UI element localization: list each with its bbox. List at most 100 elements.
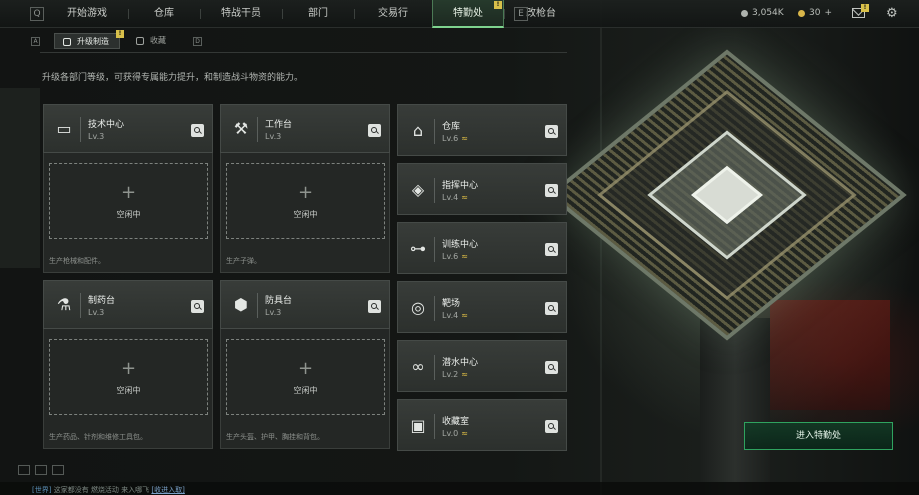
level-text: Lv.0 bbox=[442, 429, 459, 438]
silver-currency: 3,054K bbox=[741, 8, 784, 18]
gold-amount: 30 bbox=[809, 8, 821, 18]
production-slot[interactable]: + 空闲中 bbox=[226, 163, 385, 239]
monitor-icon: ▭ bbox=[56, 119, 72, 138]
gear-icon[interactable]: ⚙ bbox=[886, 6, 898, 21]
command-center-icon: ◈ bbox=[411, 180, 425, 199]
production-slot[interactable]: + 空闲中 bbox=[49, 339, 208, 415]
facility-level: Lv.6 ≈ bbox=[442, 134, 468, 143]
tab-special-ops[interactable]: 特勤处 ! bbox=[432, 0, 504, 28]
level-text: Lv.2 bbox=[442, 370, 459, 379]
card-body: + 空闲中 生产枪械和配件。 bbox=[43, 153, 213, 273]
tab-start-game[interactable]: 开始游戏 bbox=[46, 0, 128, 28]
chat-expand-icon[interactable] bbox=[35, 465, 47, 475]
diving-goggles-icon: ∞ bbox=[411, 357, 425, 376]
chat-message: 这家都没有 燃烧活动 来入哪飞 bbox=[53, 486, 150, 494]
craft-icon bbox=[63, 38, 71, 46]
search-icon[interactable] bbox=[191, 124, 204, 137]
upgrade-arrow-icon: ≈ bbox=[461, 252, 468, 261]
level-text: Lv.4 bbox=[442, 311, 459, 320]
nav-left-key[interactable]: Q bbox=[30, 7, 44, 21]
chat-filter-icon[interactable] bbox=[52, 465, 64, 475]
card-header[interactable]: ▭ 技术中心 Lv.3 bbox=[43, 104, 213, 153]
slot-status: 空闲中 bbox=[293, 386, 318, 395]
gold-currency[interactable]: 30 + bbox=[798, 8, 832, 18]
facility-level: Lv.4 ≈ bbox=[442, 193, 468, 202]
plus-icon: + bbox=[297, 358, 314, 379]
level-text: Lv.4 bbox=[442, 193, 459, 202]
subtab-collection-label: 收藏 bbox=[150, 36, 166, 45]
chat-link[interactable]: [收进入取] bbox=[151, 486, 184, 494]
silver-amount: 3,054K bbox=[752, 8, 784, 18]
card-header[interactable]: ⚒ 工作台 Lv.3 bbox=[220, 104, 390, 153]
card-body: + 空闲中 生产药品、针剂和维修工具包。 bbox=[43, 329, 213, 449]
subtab-upgrade-badge: ! bbox=[116, 30, 124, 38]
card-body: + 空闲中 生产子弹。 bbox=[220, 153, 390, 273]
subtab-left-key[interactable]: A bbox=[31, 37, 40, 46]
dumbbell-icon: ⊶ bbox=[410, 239, 426, 258]
level-text: Lv.6 bbox=[442, 252, 459, 261]
facility-shooting-range[interactable]: ◎ 靶场 Lv.4 ≈ bbox=[397, 281, 567, 333]
chat-line[interactable]: [世界] 这家都没有 燃烧活动 来入哪飞 [收进入取] bbox=[32, 485, 185, 495]
facility-name: 潜水中心 bbox=[442, 358, 479, 368]
slot-status: 空闲中 bbox=[116, 386, 141, 395]
upgrade-arrow-icon: ≈ bbox=[461, 370, 468, 379]
tab-operators[interactable]: 特战干员 bbox=[200, 0, 282, 28]
search-icon[interactable] bbox=[368, 300, 381, 313]
gold-coin-icon bbox=[798, 9, 805, 17]
search-icon[interactable] bbox=[191, 300, 204, 313]
search-icon[interactable] bbox=[368, 124, 381, 137]
card-level: Lv.3 bbox=[88, 308, 105, 317]
warehouse-icon: ⌂ bbox=[412, 121, 424, 140]
tab-warehouse[interactable]: 仓库 bbox=[128, 0, 200, 28]
collection-tab-icon bbox=[136, 37, 144, 45]
main-nav: 开始游戏 仓库 特战干员 部门 交易行 特勤处 ! 改枪台 bbox=[46, 0, 578, 28]
facility-level: Lv.6 ≈ bbox=[442, 252, 468, 261]
search-icon[interactable] bbox=[545, 243, 558, 256]
chat-settings-icon[interactable] bbox=[18, 465, 30, 475]
production-slot[interactable]: + 空闲中 bbox=[226, 339, 385, 415]
search-icon[interactable] bbox=[545, 184, 558, 197]
tab-trading[interactable]: 交易行 bbox=[354, 0, 432, 28]
facility-diving-center[interactable]: ∞ 潜水中心 Lv.2 ≈ bbox=[397, 340, 567, 392]
search-icon[interactable] bbox=[545, 302, 558, 315]
enter-special-ops-button[interactable]: 进入特勤处 bbox=[744, 422, 893, 450]
search-icon[interactable] bbox=[545, 420, 558, 433]
upgrade-arrow-icon: ≈ bbox=[461, 193, 468, 202]
subtab-bar: 升级制造 ! 收藏 bbox=[54, 30, 184, 49]
plus-icon: + bbox=[120, 358, 137, 379]
card-note: 生产子弹。 bbox=[226, 257, 261, 265]
upgrade-arrow-icon: ≈ bbox=[461, 429, 468, 438]
search-icon[interactable] bbox=[545, 361, 558, 374]
facility-name: 指挥中心 bbox=[442, 181, 479, 191]
subtab-upgrade-craft-label: 升级制造 bbox=[77, 37, 109, 46]
facility-warehouse[interactable]: ⌂ 仓库 Lv.6 ≈ bbox=[397, 104, 567, 156]
search-icon[interactable] bbox=[545, 125, 558, 138]
facility-command-center[interactable]: ◈ 指挥中心 Lv.4 ≈ bbox=[397, 163, 567, 215]
facility-level: Lv.0 ≈ bbox=[442, 429, 468, 438]
production-slot[interactable]: + 空闲中 bbox=[49, 163, 208, 239]
upgrade-arrow-icon: ≈ bbox=[461, 134, 468, 143]
subtab-right-key[interactable]: D bbox=[193, 37, 202, 46]
card-header[interactable]: ⚗ 制药台 Lv.3 bbox=[43, 280, 213, 329]
upgrade-arrow-icon: ≈ bbox=[461, 311, 468, 320]
facility-collection-room[interactable]: ▣ 收藏室 Lv.0 ≈ bbox=[397, 399, 567, 451]
card-note: 生产头盔、护甲、胸挂和背包。 bbox=[226, 433, 324, 441]
subtab-collection[interactable]: 收藏 bbox=[128, 33, 176, 49]
nav-right-key[interactable]: E bbox=[514, 7, 528, 21]
card-header[interactable]: ⬢ 防具台 Lv.3 bbox=[220, 280, 390, 329]
card-level: Lv.3 bbox=[265, 132, 282, 141]
gold-plus-button[interactable]: + bbox=[824, 8, 832, 18]
silver-coin-icon bbox=[741, 9, 748, 17]
card-title: 防具台 bbox=[265, 296, 293, 306]
collection-icon: ▣ bbox=[410, 416, 426, 435]
tab-departments[interactable]: 部门 bbox=[282, 0, 354, 28]
plus-icon: + bbox=[120, 182, 137, 203]
facility-level: Lv.2 ≈ bbox=[442, 370, 468, 379]
subtab-upgrade-craft[interactable]: 升级制造 ! bbox=[54, 30, 124, 49]
slot-status: 空闲中 bbox=[116, 210, 141, 219]
facility-name: 训练中心 bbox=[442, 240, 479, 250]
tools-icon: ⚒ bbox=[233, 119, 249, 138]
card-level: Lv.3 bbox=[265, 308, 282, 317]
facility-training-center[interactable]: ⊶ 训练中心 Lv.6 ≈ bbox=[397, 222, 567, 274]
facility-level: Lv.4 ≈ bbox=[442, 311, 468, 320]
